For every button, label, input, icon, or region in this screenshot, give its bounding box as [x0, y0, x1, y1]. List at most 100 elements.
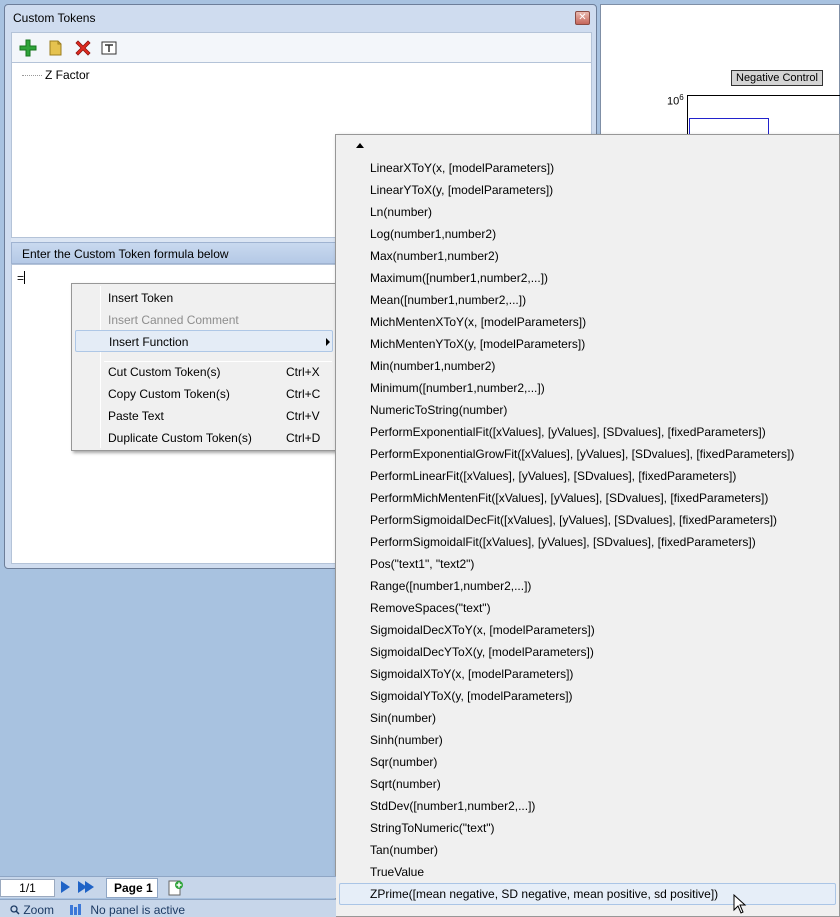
function-menu-item-label: LinearXToY(x, [modelParameters]) — [370, 161, 555, 175]
function-menu-item-label: SigmoidalXToY(x, [modelParameters]) — [370, 667, 574, 681]
page-number-field[interactable]: 1/1 — [0, 879, 55, 897]
function-menu-item[interactable]: Sqr(number) — [339, 751, 836, 773]
function-menu-item-label: PerformSigmoidalDecFit([xValues], [yValu… — [370, 513, 778, 527]
function-menu-item[interactable]: PerformSigmoidalFit([xValues], [yValues]… — [339, 531, 836, 553]
function-menu-item-label: Sin(number) — [370, 711, 437, 725]
menu-item-insert-token[interactable]: Insert Token — [75, 287, 333, 309]
function-menu-item-label: StringToNumeric("text") — [370, 821, 495, 835]
function-menu-item-label: Log(number1,number2) — [370, 227, 497, 241]
function-menu-item[interactable]: PerformExponentialFit([xValues], [yValue… — [339, 421, 836, 443]
last-page-icon-second — [85, 881, 94, 893]
menu-item-paste[interactable]: Paste Text Ctrl+V — [75, 405, 333, 427]
chart-axis-top — [687, 95, 840, 96]
page-bar: 1/1 Page 1 — [0, 876, 336, 898]
function-menu-item-label: SigmoidalDecXToY(x, [modelParameters]) — [370, 623, 595, 637]
function-menu-item[interactable]: Ln(number) — [339, 201, 836, 223]
function-menu-item-label: Max(number1,number2) — [370, 249, 499, 263]
zoom-status[interactable]: Zoom — [10, 903, 54, 917]
function-menu-item-label: Tan(number) — [370, 843, 439, 857]
function-menu-item-label: Pos("text1", "text2") — [370, 557, 475, 571]
menu-item-duplicate[interactable]: Duplicate Custom Token(s) Ctrl+D — [75, 427, 333, 449]
function-menu-item[interactable]: PerformSigmoidalDecFit([xValues], [yValu… — [339, 509, 836, 531]
function-menu-item[interactable]: Range([number1,number2,...]) — [339, 575, 836, 597]
function-menu-item[interactable]: TrueValue — [339, 861, 836, 883]
function-menu-item[interactable]: Log(number1,number2) — [339, 223, 836, 245]
formula-text[interactable]: = — [17, 271, 26, 285]
menu-item-copy[interactable]: Copy Custom Token(s) Ctrl+C — [75, 383, 333, 405]
status-bar: Zoom No panel is active — [0, 899, 336, 917]
function-menu-item-label: Range([number1,number2,...]) — [370, 579, 532, 593]
tree-item[interactable]: Z Factor — [45, 68, 90, 82]
function-menu-item[interactable]: MichMentenYToX(y, [modelParameters]) — [339, 333, 836, 355]
function-menu-item-label: PerformMichMentenFit([xValues], [yValues… — [370, 491, 769, 505]
function-menu-item[interactable]: Minimum([number1,number2,...]) — [339, 377, 836, 399]
function-menu-item[interactable]: Maximum([number1,number2,...]) — [339, 267, 836, 289]
function-menu-item-label: SigmoidalDecYToX(y, [modelParameters]) — [370, 645, 594, 659]
next-page-icon[interactable] — [61, 881, 70, 893]
function-menu-item-label: Sqrt(number) — [370, 777, 441, 791]
function-menu-item[interactable]: Pos("text1", "text2") — [339, 553, 836, 575]
function-menu-item[interactable]: PerformMichMentenFit([xValues], [yValues… — [339, 487, 836, 509]
function-menu-item-label: PerformSigmoidalFit([xValues], [yValues]… — [370, 535, 756, 549]
zoom-icon — [10, 905, 20, 915]
function-menu-item-label: StdDev([number1,number2,...]) — [370, 799, 536, 813]
close-button[interactable]: ✕ — [575, 11, 590, 25]
menu-item-insert-function[interactable]: Insert Function — [75, 330, 333, 352]
function-menu-item[interactable]: Max(number1,number2) — [339, 245, 836, 267]
menu-item-insert-canned-comment[interactable]: Insert Canned Comment — [75, 309, 333, 331]
function-menu-item[interactable]: MichMentenXToY(x, [modelParameters]) — [339, 311, 836, 333]
function-menu-item-label: Maximum([number1,number2,...]) — [370, 271, 549, 285]
function-menu-item[interactable]: StringToNumeric("text") — [339, 817, 836, 839]
function-menu-item-label: SigmoidalYToX(y, [modelParameters]) — [370, 689, 573, 703]
function-menu-item[interactable]: SigmoidalYToX(y, [modelParameters]) — [339, 685, 836, 707]
function-menu-item-label: NumericToString(number) — [370, 403, 508, 417]
scroll-up-arrow-icon[interactable] — [356, 143, 364, 148]
folder-icon[interactable] — [46, 38, 66, 58]
function-menu-item[interactable]: NumericToString(number) — [339, 399, 836, 421]
function-menu-item[interactable]: Tan(number) — [339, 839, 836, 861]
function-menu-item[interactable]: Mean([number1,number2,...]) — [339, 289, 836, 311]
function-submenu: LinearXToY(x, [modelParameters]) LinearYT… — [335, 134, 840, 917]
function-menu-item-label: PerformLinearFit([xValues], [yValues], [… — [370, 469, 737, 483]
menu-item-cut[interactable]: Cut Custom Token(s) Ctrl+X — [75, 361, 333, 383]
function-menu-item[interactable]: LinearXToY(x, [modelParameters]) — [339, 157, 836, 179]
function-menu-item-label: Sinh(number) — [370, 733, 443, 747]
function-menu-item[interactable]: PerformLinearFit([xValues], [yValues], [… — [339, 465, 836, 487]
function-menu-item[interactable]: Sinh(number) — [339, 729, 836, 751]
panel-status: No panel is active — [70, 903, 185, 917]
y-tick-label: 106 — [667, 93, 684, 108]
function-menu-item-label: RemoveSpaces("text") — [370, 601, 491, 615]
function-menu-item-label: MichMentenXToY(x, [modelParameters]) — [370, 315, 587, 329]
panel-icon — [70, 904, 81, 915]
function-menu-item[interactable]: LinearYToX(y, [modelParameters]) — [339, 179, 836, 201]
function-menu-item[interactable]: SigmoidalXToY(x, [modelParameters]) — [339, 663, 836, 685]
chart-label: Negative Control — [731, 70, 823, 86]
function-menu-item[interactable]: SigmoidalDecYToX(y, [modelParameters]) — [339, 641, 836, 663]
function-menu-item[interactable]: SigmoidalDecXToY(x, [modelParameters]) — [339, 619, 836, 641]
window-title: Custom Tokens — [13, 11, 96, 25]
function-menu-item[interactable]: RemoveSpaces("text") — [339, 597, 836, 619]
function-menu-item-label: MichMentenYToX(y, [modelParameters]) — [370, 337, 586, 351]
function-menu-item[interactable]: Sin(number) — [339, 707, 836, 729]
add-page-icon[interactable] — [166, 879, 186, 897]
page-tab[interactable]: Page 1 — [106, 878, 158, 898]
formula-header-label: Enter the Custom Token formula below — [22, 247, 229, 261]
function-menu-item[interactable]: PerformExponentialGrowFit([xValues], [yV… — [339, 443, 836, 465]
chart-panel[interactable]: Negative Control 106 — [600, 4, 840, 145]
function-menu-item-label: ZPrime([mean negative, SD negative, mean… — [370, 887, 719, 901]
window-titlebar[interactable]: Custom Tokens ✕ — [5, 5, 596, 29]
function-menu-item-label: PerformExponentialGrowFit([xValues], [yV… — [370, 447, 795, 461]
function-menu-item[interactable]: Sqrt(number) — [339, 773, 836, 795]
toolbar — [11, 32, 592, 62]
function-menu-item-label: PerformExponentialFit([xValues], [yValue… — [370, 425, 766, 439]
delete-icon[interactable] — [73, 38, 93, 58]
function-menu-item-label: Ln(number) — [370, 205, 433, 219]
tree-connector — [22, 75, 42, 76]
text-format-icon[interactable] — [99, 38, 119, 58]
mouse-cursor-icon — [733, 893, 747, 917]
function-menu-item[interactable]: ZPrime([mean negative, SD negative, mean… — [339, 883, 836, 905]
function-menu-item-label: TrueValue — [370, 865, 425, 879]
add-icon[interactable] — [18, 38, 38, 58]
function-menu-item[interactable]: Min(number1,number2) — [339, 355, 836, 377]
function-menu-item[interactable]: StdDev([number1,number2,...]) — [339, 795, 836, 817]
